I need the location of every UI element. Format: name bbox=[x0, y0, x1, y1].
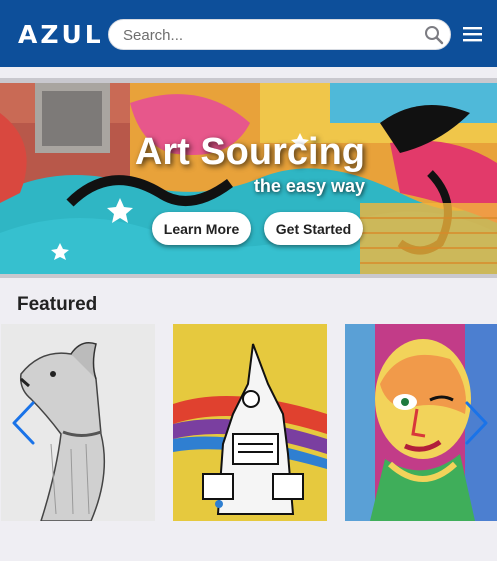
hero-subtitle: the easy way bbox=[253, 176, 365, 196]
hero-banner: Art Sourcing the easy way Learn More Get… bbox=[0, 83, 497, 274]
get-started-button[interactable]: Get Started bbox=[264, 212, 363, 245]
featured-carousel bbox=[0, 324, 497, 521]
hamburger-menu-icon[interactable] bbox=[463, 26, 482, 42]
featured-card-graffiti[interactable] bbox=[173, 324, 327, 521]
divider bbox=[0, 274, 497, 278]
search-bar[interactable] bbox=[108, 19, 451, 50]
chevron-right-icon[interactable] bbox=[464, 400, 490, 446]
featured-heading: Featured bbox=[17, 294, 98, 315]
hero-title: Art Sourcing bbox=[134, 131, 365, 173]
learn-more-button[interactable]: Learn More bbox=[152, 212, 251, 245]
chevron-left-icon[interactable] bbox=[10, 400, 36, 446]
search-icon[interactable] bbox=[424, 25, 444, 45]
search-input[interactable] bbox=[123, 24, 413, 46]
header: AZUL bbox=[0, 0, 497, 67]
graffiti-illustration-image bbox=[173, 324, 327, 521]
logo[interactable]: AZUL bbox=[18, 20, 104, 49]
